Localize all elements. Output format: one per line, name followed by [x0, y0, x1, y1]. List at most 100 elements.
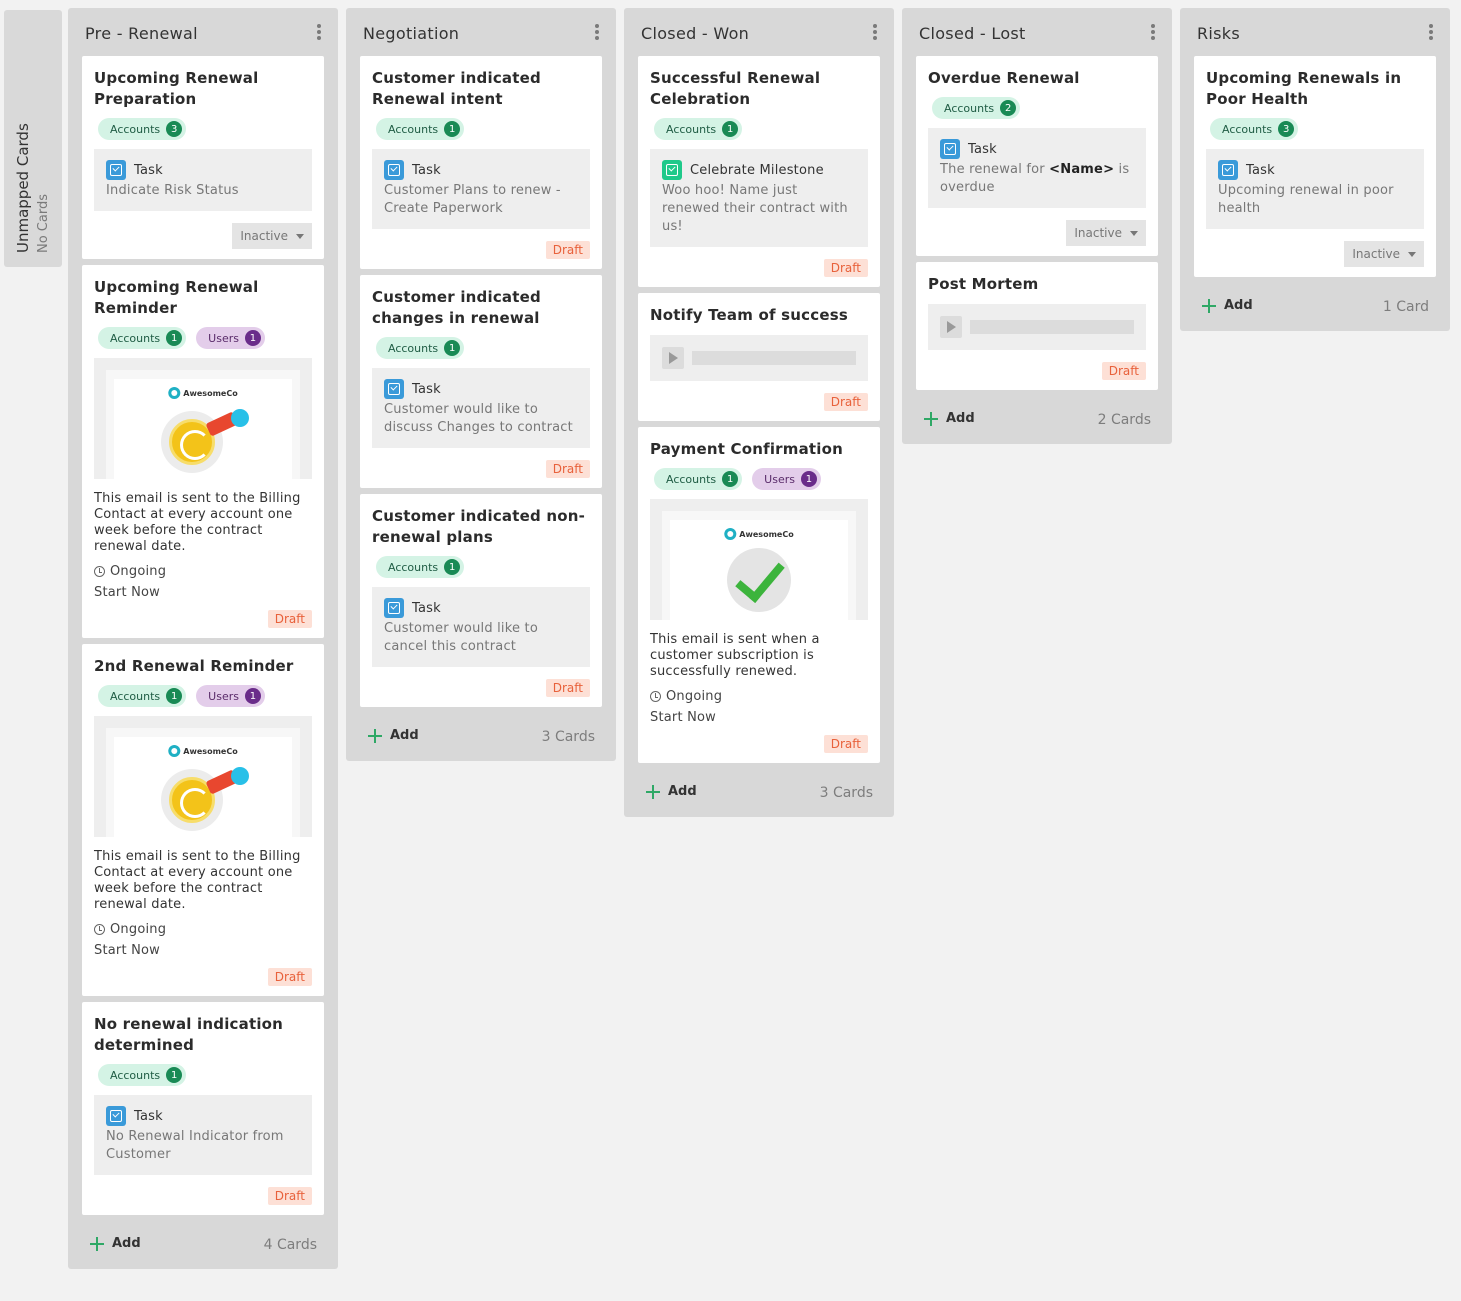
- unmapped-subtitle: No Cards: [36, 193, 51, 253]
- accounts-tag[interactable]: Accounts 1: [376, 337, 465, 359]
- add-card-button[interactable]: Add: [1202, 298, 1253, 313]
- column-title: Negotiation: [363, 24, 460, 43]
- plus-icon: [368, 728, 382, 743]
- email-description: This email is sent to the Billing Contac…: [94, 491, 301, 554]
- accounts-tag[interactable]: Accounts 3: [98, 118, 187, 140]
- draft-badge: Draft: [267, 1187, 312, 1205]
- card-title: Post Mortem: [928, 275, 1039, 293]
- card-title: Upcoming Renewal Reminder: [94, 278, 259, 317]
- clock-icon: [94, 566, 105, 577]
- status-dropdown[interactable]: Inactive: [232, 223, 312, 249]
- caret-down-icon: [1130, 230, 1138, 236]
- card-post-mortem[interactable]: Post Mortem Draft: [916, 262, 1158, 390]
- email-preview[interactable]: AwesomeCo: [94, 358, 312, 479]
- card-title: Customer indicated non-renewal plans: [372, 507, 586, 546]
- plus-icon: [924, 411, 938, 426]
- awesomeco-logo: AwesomeCo: [168, 387, 238, 399]
- card-renewal-intent[interactable]: Customer indicated Renewal intent Accoun…: [360, 56, 602, 269]
- card-non-renewal-plans[interactable]: Customer indicated non-renewal plans Acc…: [360, 494, 602, 707]
- card-title: Customer indicated changes in renewal: [372, 288, 541, 327]
- accounts-tag[interactable]: Accounts 1: [654, 118, 743, 140]
- column-title: Risks: [1197, 24, 1240, 43]
- milestone-description: Woo hoo! Name just renewed their contrac…: [662, 183, 848, 234]
- play-icon[interactable]: [662, 347, 684, 369]
- column-negotiation: Negotiation Customer indicated Renewal i…: [346, 8, 616, 761]
- users-tag[interactable]: Users 1: [752, 468, 821, 490]
- draft-badge: Draft: [267, 610, 312, 628]
- renewal-illustration-icon: [161, 767, 251, 831]
- email-preview[interactable]: AwesomeCo: [94, 716, 312, 837]
- task-description: The renewal for <Name> is overdue: [940, 162, 1130, 195]
- add-card-button[interactable]: Add: [368, 728, 419, 743]
- clock-icon: [650, 691, 661, 702]
- card-upcoming-renewal-reminder[interactable]: Upcoming Renewal Reminder Accounts 1 User…: [82, 265, 324, 638]
- checkmark-icon: [727, 548, 791, 612]
- draft-badge: Draft: [545, 679, 590, 697]
- column-title: Closed - Lost: [919, 24, 1026, 43]
- milestone-icon: [662, 160, 682, 180]
- add-card-button[interactable]: Add: [924, 411, 975, 426]
- card-notify-team[interactable]: Notify Team of success Draft: [638, 293, 880, 421]
- column-closed-won: Closed - Won Successful Renewal Celebrat…: [624, 8, 894, 817]
- video-player[interactable]: [928, 304, 1146, 350]
- card-title: 2nd Renewal Reminder: [94, 657, 294, 675]
- more-menu-icon[interactable]: [315, 24, 323, 42]
- users-tag[interactable]: Users 1: [196, 327, 265, 349]
- more-menu-icon[interactable]: [871, 24, 879, 42]
- task-description: Customer Plans to renew - Create Paperwo…: [384, 183, 561, 216]
- accounts-tag[interactable]: Accounts 1: [376, 118, 465, 140]
- card-title: Notify Team of success: [650, 306, 848, 324]
- email-preview[interactable]: AwesomeCo: [650, 499, 868, 620]
- column-risks: Risks Upcoming Renewals in Poor Health A…: [1180, 8, 1450, 331]
- draft-badge: Draft: [823, 393, 868, 411]
- play-icon[interactable]: [940, 316, 962, 338]
- unmapped-cards-panel[interactable]: Unmapped Cards No Cards: [4, 10, 62, 267]
- add-card-button[interactable]: Add: [646, 784, 697, 799]
- card-renewals-poor-health[interactable]: Upcoming Renewals in Poor Health Account…: [1194, 56, 1436, 277]
- card-payment-confirmation[interactable]: Payment Confirmation Accounts 1 Users 1 Aw…: [638, 427, 880, 763]
- add-card-button[interactable]: Add: [90, 1236, 141, 1251]
- schedule-text: Ongoing: [110, 564, 167, 579]
- card-overdue-renewal[interactable]: Overdue Renewal Accounts 2 Task The renew…: [916, 56, 1158, 256]
- more-menu-icon[interactable]: [1427, 24, 1435, 42]
- task-description: No Renewal Indicator from Customer: [106, 1129, 284, 1162]
- renewal-illustration-icon: [161, 409, 251, 473]
- status-dropdown[interactable]: Inactive: [1066, 220, 1146, 246]
- task-checkbox-icon: [106, 160, 126, 180]
- accounts-tag[interactable]: Accounts 1: [98, 685, 187, 707]
- card-count: 2 Cards: [1097, 412, 1151, 428]
- task-description: Customer would like to cancel this contr…: [384, 621, 538, 654]
- card-changes-in-renewal[interactable]: Customer indicated changes in renewal Ac…: [360, 275, 602, 488]
- task-block: Task No Renewal Indicator from Customer: [94, 1095, 312, 1175]
- users-tag[interactable]: Users 1: [196, 685, 265, 707]
- status-dropdown[interactable]: Inactive: [1344, 241, 1424, 267]
- more-menu-icon[interactable]: [1149, 24, 1157, 42]
- card-title: Overdue Renewal: [928, 69, 1080, 87]
- unmapped-title: Unmapped Cards: [14, 122, 32, 253]
- accounts-tag[interactable]: Accounts 2: [932, 97, 1021, 119]
- accounts-tag[interactable]: Accounts 1: [98, 1064, 187, 1086]
- card-upcoming-renewal-preparation[interactable]: Upcoming Renewal Preparation Accounts 3 T…: [82, 56, 324, 259]
- card-2nd-renewal-reminder[interactable]: 2nd Renewal Reminder Accounts 1 Users 1 Aw…: [82, 644, 324, 996]
- accounts-tag[interactable]: Accounts 1: [654, 468, 743, 490]
- accounts-tag[interactable]: Accounts 1: [376, 556, 465, 578]
- card-successful-renewal-celebration[interactable]: Successful Renewal Celebration Accounts 1…: [638, 56, 880, 287]
- card-title: No renewal indication determined: [94, 1015, 284, 1054]
- column-closed-lost: Closed - Lost Overdue Renewal Accounts 2 …: [902, 8, 1172, 444]
- card-title: Upcoming Renewals in Poor Health: [1206, 69, 1402, 108]
- email-description: This email is sent to the Billing Contac…: [94, 849, 301, 912]
- schedule-text: Ongoing: [110, 922, 167, 937]
- task-block: Task Customer would like to discuss Chan…: [372, 368, 590, 448]
- accounts-tag[interactable]: Accounts 1: [98, 327, 187, 349]
- task-checkbox-icon: [940, 139, 960, 159]
- card-count: 4 Cards: [263, 1237, 317, 1253]
- task-checkbox-icon: [384, 379, 404, 399]
- email-description: This email is sent when a customer subsc…: [650, 632, 820, 679]
- task-description: Customer would like to discuss Changes t…: [384, 402, 573, 435]
- video-progress-bar[interactable]: [692, 351, 856, 365]
- card-no-renewal-indication[interactable]: No renewal indication determined Account…: [82, 1002, 324, 1215]
- accounts-tag[interactable]: Accounts 3: [1210, 118, 1299, 140]
- more-menu-icon[interactable]: [593, 24, 601, 42]
- video-progress-bar[interactable]: [970, 320, 1134, 334]
- video-player[interactable]: [650, 335, 868, 381]
